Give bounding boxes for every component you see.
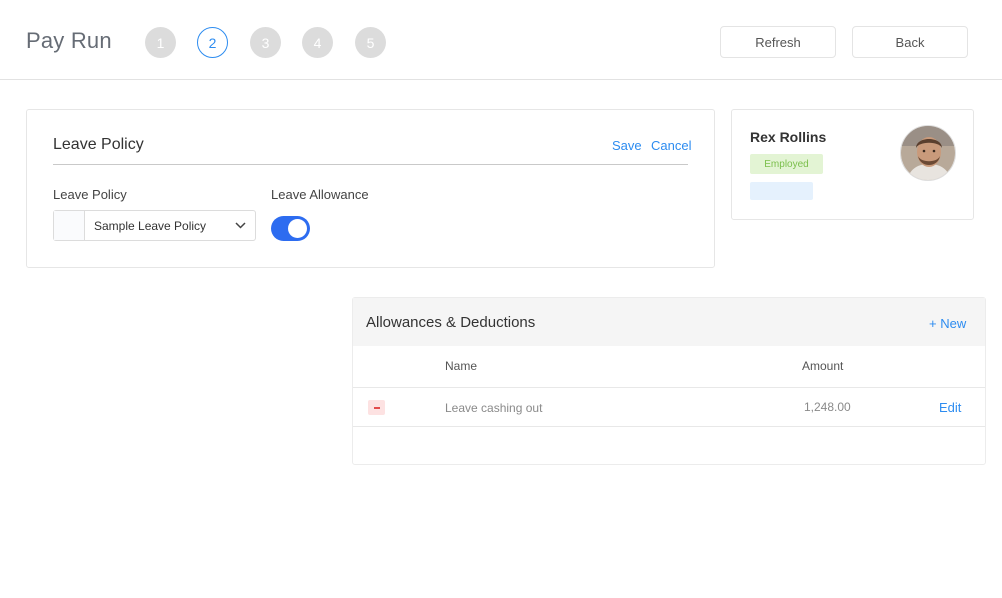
column-header-name: Name [445, 359, 478, 373]
leave-allowance-toggle[interactable] [271, 216, 310, 241]
save-link[interactable]: Save [612, 138, 642, 153]
step-3[interactable]: 3 [250, 27, 281, 58]
remove-icon[interactable] [368, 400, 385, 415]
employee-name: Rex Rollins [750, 129, 827, 145]
allowances-deductions-card: Allowances & Deductions + New Name Amoun… [352, 297, 986, 465]
divider [53, 164, 688, 165]
status-badge: Employed [750, 154, 823, 174]
row-amount: 1,248.00 [804, 400, 851, 414]
step-5[interactable]: 5 [355, 27, 386, 58]
step-2-active[interactable]: 2 [197, 27, 228, 58]
cancel-link[interactable]: Cancel [651, 138, 691, 153]
leave-policy-title: Leave Policy [53, 136, 144, 153]
leave-allowance-label: Leave Allowance [271, 187, 369, 202]
allowances-header: Allowances & Deductions + New [353, 298, 985, 346]
step-4[interactable]: 4 [302, 27, 333, 58]
back-button[interactable]: Back [852, 26, 968, 58]
chevron-down-icon [225, 222, 255, 229]
page-title: Pay Run [26, 28, 112, 53]
edit-link[interactable]: Edit [939, 400, 961, 415]
toggle-knob [288, 219, 307, 238]
divider [353, 426, 985, 427]
new-allowance-button[interactable]: + New [929, 316, 966, 331]
row-name: Leave cashing out [445, 401, 543, 415]
top-bar: Pay Run 1 2 3 4 5 Refresh Back [0, 0, 1002, 80]
info-badge [750, 182, 813, 200]
leave-policy-label: Leave Policy [53, 187, 127, 202]
avatar [900, 125, 956, 181]
allowances-title: Allowances & Deductions [366, 314, 536, 331]
leave-policy-select[interactable]: Sample Leave Policy [53, 210, 256, 241]
select-prefix [54, 211, 85, 240]
leave-policy-select-value: Sample Leave Policy [94, 218, 207, 233]
employee-profile-card: Rex Rollins Employed [731, 109, 974, 220]
step-1[interactable]: 1 [145, 27, 176, 58]
refresh-button[interactable]: Refresh [720, 26, 836, 58]
column-header-amount: Amount [802, 359, 844, 373]
leave-policy-card: Leave Policy Save Cancel Leave Policy Le… [26, 109, 715, 268]
divider [353, 387, 985, 388]
